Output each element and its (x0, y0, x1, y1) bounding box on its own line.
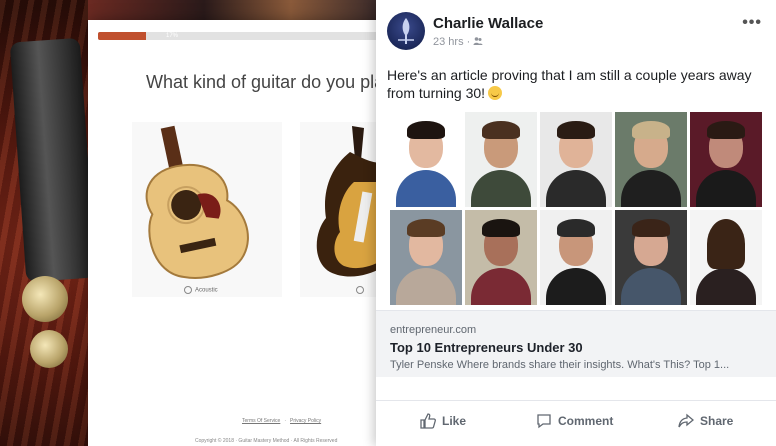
terms-link[interactable]: Terms Of Service (242, 418, 280, 424)
like-label: Like (442, 414, 467, 428)
facebook-post: Charlie Wallace 23 hrs · ••• Here's an a… (376, 0, 776, 446)
grinning-emoji-icon (488, 86, 503, 100)
photo-tile (540, 210, 612, 305)
status-text: Here's an article proving that I am stil… (387, 67, 752, 101)
post-author[interactable]: Charlie Wallace (433, 15, 543, 32)
guitar-knob (22, 276, 68, 322)
friends-icon (473, 37, 483, 45)
thumbs-up-icon (420, 413, 436, 429)
option-acoustic-label[interactable]: Acoustic (184, 286, 218, 294)
share-label: Share (700, 414, 734, 428)
photo-tile (540, 112, 612, 207)
link-preview[interactable]: entrepreneur.com Top 10 Entrepreneurs Un… (376, 310, 776, 377)
avatar[interactable] (387, 12, 425, 50)
photo-tile (615, 210, 687, 305)
link-title[interactable]: Top 10 Entrepreneurs Under 30 (390, 340, 583, 355)
option-acoustic[interactable] (132, 122, 282, 297)
progress-bar: 17% (98, 32, 380, 40)
photo-tile (390, 112, 462, 207)
guitar-quiz-page: 17% What kind of guitar do you pla Acous… (88, 20, 390, 446)
photo-tile (465, 210, 537, 305)
entrepreneur-photo-grid[interactable] (390, 112, 764, 306)
link-description: Tyler Penske Where brands share their in… (390, 359, 730, 371)
option-electric-label[interactable] (356, 286, 367, 294)
guitar-knob (30, 330, 68, 368)
photo-tile (615, 112, 687, 207)
privacy-link[interactable]: Privacy Policy (290, 418, 321, 424)
comment-label: Comment (558, 414, 614, 428)
post-meta: 23 hrs · (433, 36, 483, 48)
progress-label: 17% (166, 33, 179, 39)
post-time[interactable]: 23 hrs (433, 36, 464, 48)
comment-button[interactable]: Comment (536, 413, 613, 429)
photo-tile (465, 112, 537, 207)
post-actions: Like Comment Share (376, 400, 776, 441)
radio-button[interactable] (356, 286, 364, 294)
share-button[interactable]: Share (678, 413, 733, 429)
like-button[interactable]: Like (420, 413, 466, 429)
link-domain: entrepreneur.com (390, 324, 477, 336)
acoustic-guitar-image (145, 125, 249, 279)
radio-button[interactable] (184, 286, 192, 294)
photo-tile (390, 210, 462, 305)
photo-tile (690, 112, 762, 207)
comment-icon (537, 414, 551, 429)
more-options-icon[interactable]: ••• (742, 14, 762, 32)
share-icon (678, 413, 694, 428)
footer-links: Terms Of Service · Privacy Policy (242, 418, 322, 424)
background-strip (88, 0, 378, 20)
progress-fill (98, 32, 146, 40)
copyright-text: Copyright © 2018 · Guitar Mastery Method… (195, 438, 338, 444)
quiz-question: What kind of guitar do you pla (146, 72, 385, 92)
photo-tile (690, 210, 762, 305)
avatar-logo-icon (398, 18, 414, 44)
post-status-text: Here's an article proving that I am stil… (387, 66, 762, 102)
